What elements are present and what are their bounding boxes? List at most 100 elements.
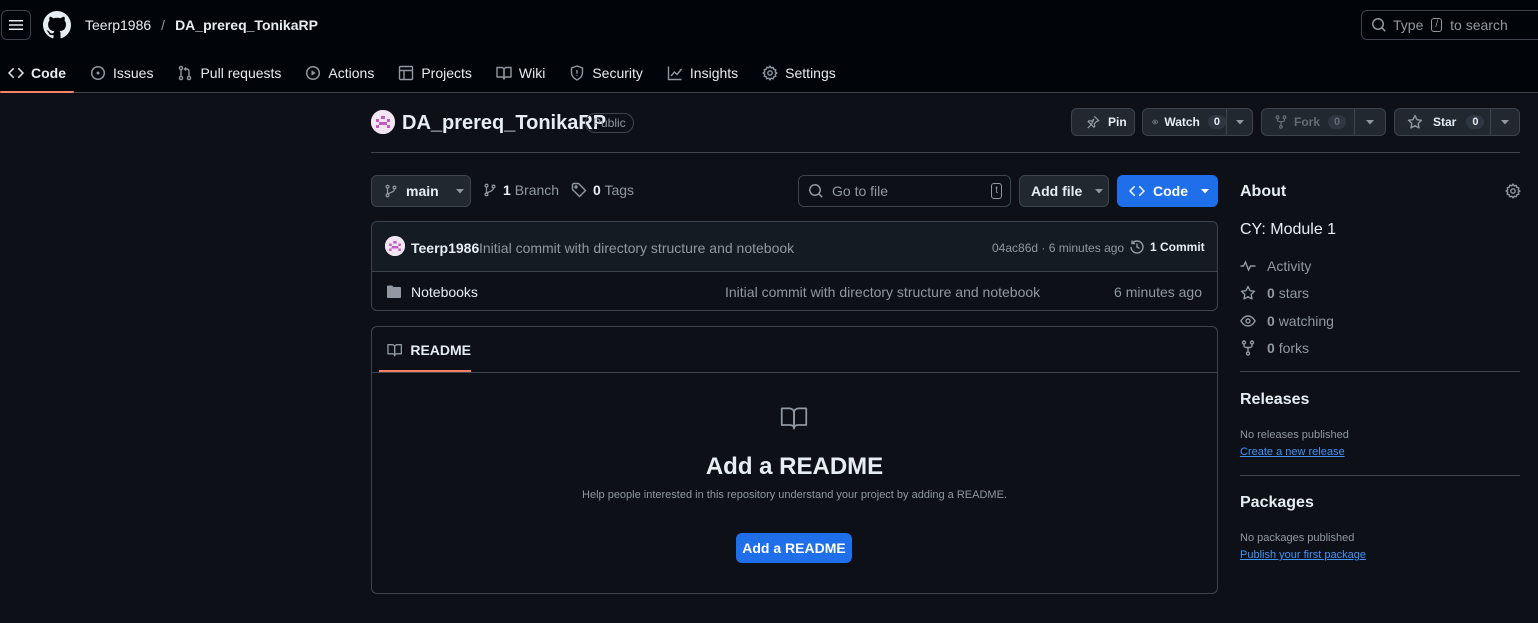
tab-issues[interactable]: Issues	[82, 54, 161, 92]
activity-link[interactable]: Activity	[1240, 258, 1311, 274]
file-row[interactable]: Notebooks Initial commit with directory …	[372, 272, 1217, 310]
file-age: 6 minutes ago	[1114, 284, 1202, 300]
fork-count: 0	[1328, 115, 1347, 129]
table-icon	[399, 65, 414, 81]
tags-link[interactable]: 0 Tags	[593, 182, 634, 198]
commit-author[interactable]: Teerp1986	[411, 240, 479, 256]
readme-help-text: Help people interested in this repositor…	[582, 489, 1007, 501]
graph-icon	[667, 66, 682, 81]
tag-count: 0	[593, 182, 601, 198]
tab-projects[interactable]: Projects	[390, 54, 480, 92]
code-button[interactable]: Code	[1117, 175, 1218, 207]
gear-icon	[762, 65, 779, 81]
breadcrumb-repo-link[interactable]: DA_prereq_TonikaRP	[175, 17, 318, 33]
packages-empty-text: No packages published	[1240, 532, 1355, 544]
watching-label: watching	[1278, 313, 1334, 329]
search-input[interactable]: Type / to search	[1361, 10, 1538, 40]
breadcrumb-owner-link[interactable]: Teerp1986	[85, 17, 151, 33]
add-file-button[interactable]: Add file	[1019, 175, 1109, 207]
publish-package-link[interactable]: Publish your first package	[1240, 549, 1366, 561]
watch-button[interactable]: Watch 0	[1143, 109, 1227, 135]
stars-count: 0	[1267, 285, 1275, 301]
repo-header: DA_prereq_TonikaRP Public Pin Watch 0 Fo…	[371, 108, 1520, 153]
tab-actions-label: Actions	[328, 65, 375, 81]
add-readme-button[interactable]: Add a README	[736, 533, 852, 563]
star-icon	[1407, 114, 1423, 129]
commit-author-avatar[interactable]	[385, 236, 405, 256]
stars-link[interactable]: 0 stars	[1240, 285, 1309, 301]
forks-label: forks	[1278, 340, 1310, 356]
book-icon	[387, 343, 403, 356]
tab-actions[interactable]: Actions	[297, 54, 382, 92]
commit-history-link[interactable]: 1 Commit	[1129, 239, 1205, 255]
tab-insights-label: Insights	[689, 65, 739, 81]
breadcrumb-separator: /	[161, 17, 166, 33]
pin-icon	[1087, 115, 1100, 129]
pin-label: Pin	[1108, 115, 1127, 129]
releases-empty-text: No releases published	[1240, 429, 1349, 441]
tab-settings-label: Settings	[785, 65, 836, 81]
releases-title[interactable]: Releases	[1240, 391, 1309, 409]
activity-label: Activity	[1267, 258, 1312, 274]
create-release-link[interactable]: Create a new release	[1240, 446, 1345, 458]
watch-dropdown[interactable]	[1227, 117, 1252, 127]
packages-title[interactable]: Packages	[1240, 494, 1314, 512]
tab-wiki[interactable]: Wiki	[488, 54, 553, 92]
fork-button[interactable]: Fork 0	[1262, 109, 1356, 135]
readme-tab[interactable]: README	[379, 327, 471, 372]
commit-sha-time[interactable]: 04ac86d · 6 minutes ago	[992, 241, 1124, 255]
eye-icon	[1240, 315, 1256, 327]
tab-security[interactable]: Security	[561, 54, 651, 92]
about-title: About	[1240, 183, 1287, 200]
shield-icon	[571, 65, 584, 81]
commit-message[interactable]: Initial commit with directory structure …	[479, 240, 794, 256]
caret-down-icon	[455, 189, 464, 194]
star-label: Star	[1433, 115, 1457, 129]
book-icon	[496, 66, 512, 80]
tab-pull-requests[interactable]: Pull requests	[169, 54, 289, 92]
file-name[interactable]: Notebooks	[411, 284, 478, 300]
top-bar: Teerp1986 / DA_prereq_TonikaRP Type / to s…	[0, 0, 1538, 93]
branch-icon	[385, 184, 397, 198]
star-dropdown[interactable]	[1491, 117, 1519, 127]
go-to-file-input[interactable]: Go to file t	[798, 175, 1011, 207]
tab-insights[interactable]: Insights	[659, 54, 746, 92]
tab-settings[interactable]: Settings	[754, 54, 844, 92]
history-icon	[1130, 240, 1144, 254]
branch-name: main	[406, 183, 439, 199]
search-icon	[809, 184, 823, 198]
repo-owner-avatar[interactable]	[371, 110, 395, 134]
watching-link[interactable]: 0 watching	[1240, 313, 1334, 329]
search-suffix: to search	[1450, 17, 1508, 33]
tab-code[interactable]: Code	[0, 54, 74, 93]
code-button-label: Code	[1153, 183, 1188, 199]
file-list: Teerp1986 Initial commit with directory …	[371, 221, 1218, 311]
star-icon	[1240, 285, 1256, 300]
code-icon	[1129, 185, 1145, 197]
search-shortcut-key: /	[1431, 18, 1443, 32]
star-button[interactable]: Star 0	[1395, 109, 1491, 135]
caret-down-icon	[1095, 189, 1104, 194]
menu-button[interactable]	[1, 10, 31, 40]
repo-name[interactable]: DA_prereq_TonikaRP	[402, 112, 606, 135]
fork-button-group: Fork 0	[1261, 108, 1386, 136]
branch-selector[interactable]: main	[371, 175, 471, 207]
tab-wiki-label: Wiki	[518, 65, 546, 81]
fork-icon	[1241, 340, 1255, 356]
hamburger-icon	[9, 20, 23, 30]
file-commit-message[interactable]: Initial commit with directory structure …	[725, 284, 1040, 300]
readme-heading: Add a README	[705, 453, 884, 480]
stars-label: stars	[1278, 285, 1310, 301]
tab-security-label: Security	[592, 65, 643, 81]
add-file-label: Add file	[1031, 183, 1083, 199]
github-logo-icon[interactable]	[43, 11, 71, 39]
watch-button-group: Watch 0	[1142, 108, 1253, 136]
play-icon	[306, 65, 321, 81]
readme-tab-label: README	[410, 341, 471, 358]
pin-button[interactable]: Pin	[1071, 108, 1135, 136]
forks-link[interactable]: 0 forks	[1240, 340, 1309, 356]
fork-dropdown[interactable]	[1355, 117, 1385, 127]
issue-icon	[90, 65, 106, 81]
gear-icon[interactable]	[1505, 183, 1521, 199]
branches-link[interactable]: 1 Branch	[503, 182, 559, 198]
